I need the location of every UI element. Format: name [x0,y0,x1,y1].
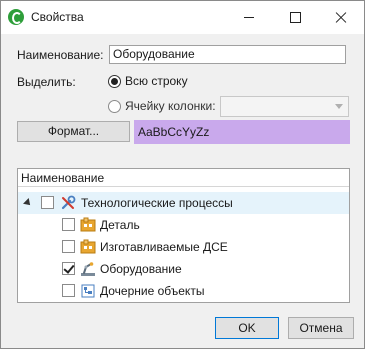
format-preview: AaBbCcYyZz [134,120,350,144]
tree-row-assembly[interactable]: Изготавливаемые ДСЕ [18,236,349,258]
column-select[interactable] [220,96,349,117]
radio-whole-row[interactable] [108,75,121,88]
properties-dialog: Свойства Наименование: Оборудование Выде… [0,0,365,349]
name-input[interactable]: Оборудование [109,45,346,64]
assembly-icon [80,239,96,254]
radio-column-cell[interactable] [108,100,121,113]
radio-whole-row-label[interactable]: Всю строку [125,74,188,88]
tree-row-label: Деталь [100,218,140,232]
tree-row-equipment[interactable]: Оборудование [18,258,349,280]
equipment-icon [81,262,95,276]
highlight-label: Выделить: [17,75,76,89]
tree-checkbox-equipment[interactable] [62,262,75,275]
part-icon [80,217,96,232]
tree-row-root[interactable]: Технологические процессы [18,192,349,214]
child-objects-icon [81,284,95,298]
tree-row-children[interactable]: Дочерние объекты [18,280,349,302]
radio-column-cell-label[interactable]: Ячейку колонки: [125,99,216,113]
minimize-button[interactable] [226,1,272,34]
tree-row-label: Оборудование [100,262,182,276]
tree-row-part[interactable]: Деталь [18,214,349,236]
tree-row-label: Дочерние объекты [100,284,205,298]
maximize-button[interactable] [272,1,318,34]
expand-toggle-icon[interactable] [23,198,33,208]
chevron-down-icon [335,104,343,109]
title-bar[interactable]: Свойства [1,1,364,34]
format-button[interactable]: Формат... [17,121,130,142]
name-label: Наименование: [17,48,104,62]
ok-button[interactable]: OK [215,317,279,339]
tree-row-label: Технологические процессы [81,196,233,210]
cancel-button[interactable]: Отмена [288,317,354,339]
tree-row-label: Изготавливаемые ДСЕ [100,240,228,254]
tree-checkbox-assembly[interactable] [62,240,75,253]
object-tree: Наименование Технологические процессы Де… [17,168,350,303]
tools-icon [61,195,76,210]
tree-column-header[interactable]: Наименование [18,169,349,187]
app-icon [8,9,24,25]
window-title: Свойства [31,10,84,24]
tree-checkbox-root[interactable] [41,196,54,209]
tree-checkbox-children[interactable] [62,284,75,297]
tree-checkbox-part[interactable] [62,218,75,231]
close-button[interactable] [318,1,364,34]
